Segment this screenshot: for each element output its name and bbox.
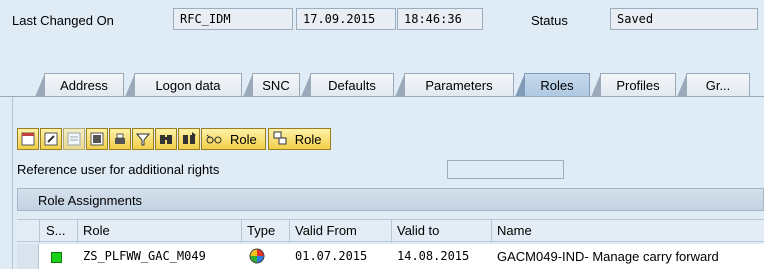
role-button-1[interactable]: Role [201, 128, 266, 150]
select-all-icon[interactable] [86, 128, 108, 150]
tab-groups[interactable]: Gr... [677, 73, 750, 97]
col-type[interactable]: Type [247, 223, 275, 238]
valid-from-cell: 01.07.2015 [295, 249, 368, 263]
copy-icon[interactable] [63, 128, 85, 150]
status-green-icon [51, 252, 62, 263]
name-cell: GACM049-IND- Manage carry forward [497, 249, 719, 264]
status-field: Saved [610, 8, 758, 30]
col-name[interactable]: Name [497, 223, 532, 238]
tab-profiles[interactable]: Profiles [591, 73, 676, 97]
reference-user-input[interactable] [447, 160, 564, 179]
composite-role-type-icon [249, 248, 265, 267]
col-role[interactable]: Role [83, 223, 110, 238]
col-valid-from[interactable]: Valid From [295, 223, 357, 238]
tab-address[interactable]: Address [35, 73, 124, 97]
tab-roles[interactable]: Roles [515, 73, 590, 97]
last-changed-label: Last Changed On [12, 13, 114, 28]
details-icon[interactable] [17, 128, 39, 150]
tab-parameters[interactable]: Parameters [395, 73, 514, 97]
tab-logon-data[interactable]: Logon data [125, 73, 242, 97]
role-toolbar: Role Role [17, 128, 331, 150]
tab-strip: Address Logon data SNC Defaults Paramete… [35, 73, 764, 97]
role-button-1-label: Role [230, 131, 257, 147]
tab-snc[interactable]: SNC [243, 73, 300, 97]
table-header: S... Role Type Valid From Valid to Name [17, 219, 764, 243]
changed-by-field: RFC_IDM [173, 8, 293, 30]
table-row[interactable]: ZS_PLFWW_GAC_M049 01.07.2015 14.08.2015 … [17, 244, 764, 269]
hierarchy-icon [273, 131, 287, 148]
glasses-icon [206, 131, 222, 148]
role-button-2[interactable]: Role [267, 128, 331, 150]
col-status[interactable]: S... [46, 223, 66, 238]
status-label: Status [531, 13, 568, 28]
find-next-icon[interactable] [178, 128, 200, 150]
reference-user-label: Reference user for additional rights [17, 162, 220, 177]
changed-time-field: 18:46:36 [397, 8, 483, 30]
tab-defaults[interactable]: Defaults [301, 73, 394, 97]
col-valid-to[interactable]: Valid to [397, 223, 439, 238]
role-button-2-label: Role [294, 131, 322, 147]
find-icon[interactable] [155, 128, 177, 150]
row-selector[interactable] [17, 244, 39, 269]
role-assignments-caption: Role Assignments [17, 188, 764, 211]
role-cell[interactable]: ZS_PLFWW_GAC_M049 [83, 249, 206, 263]
edit-icon[interactable] [40, 128, 62, 150]
print-icon[interactable] [109, 128, 131, 150]
filter-icon[interactable] [132, 128, 154, 150]
valid-to-cell: 14.08.2015 [397, 249, 470, 263]
changed-date-field: 17.09.2015 [296, 8, 396, 30]
